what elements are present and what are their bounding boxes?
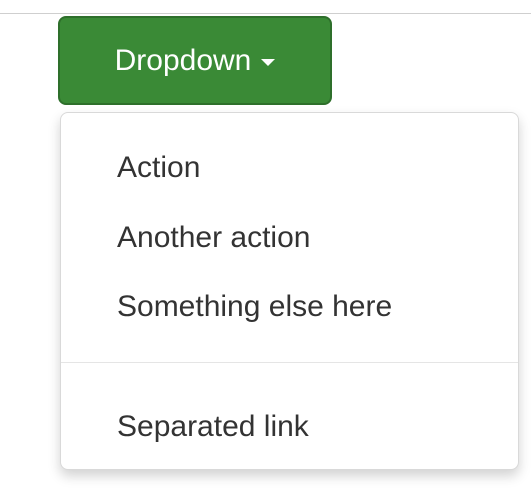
menu-item-separated-link[interactable]: Separated link	[117, 412, 309, 442]
page: Dropdown Action Another action Something…	[0, 0, 531, 496]
menu-item-something-else[interactable]: Something else here	[117, 292, 392, 322]
caret-down-icon	[261, 59, 276, 66]
dropdown-toggle-label: Dropdown	[114, 43, 252, 77]
menu-item-action[interactable]: Action	[117, 153, 200, 183]
top-divider	[0, 13, 531, 14]
dropdown-menu: Action Another action Something else her…	[60, 112, 519, 470]
menu-item-another-action[interactable]: Another action	[117, 223, 310, 253]
menu-divider	[61, 362, 518, 363]
dropdown-toggle-button[interactable]: Dropdown	[58, 16, 332, 105]
